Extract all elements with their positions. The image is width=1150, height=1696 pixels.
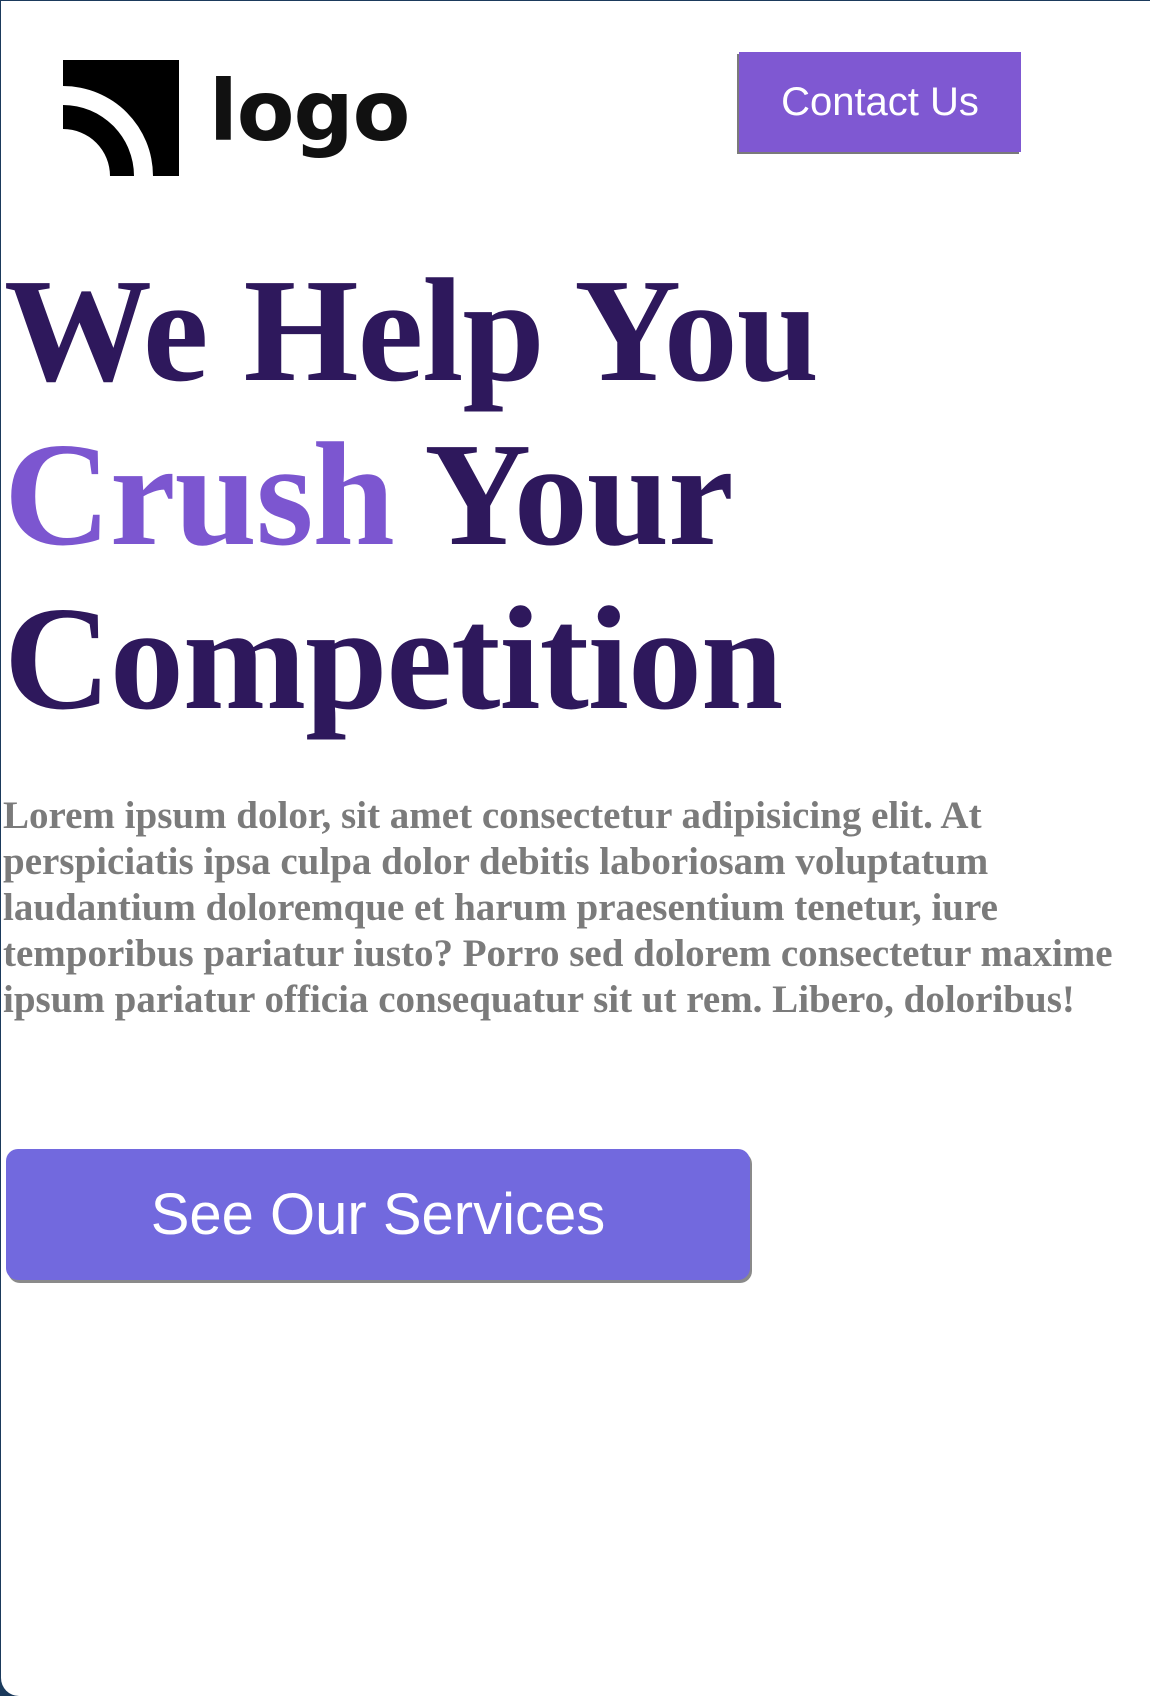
headline-line-2-rest: Your [393,413,733,577]
logo-arcs-icon [63,60,179,176]
headline-line-1: We Help You [4,249,819,413]
contact-us-button[interactable]: Contact Us [739,52,1021,152]
landing-page: logo Contact Us We Help You Crush Your C… [1,1,1150,1696]
site-logo[interactable]: logo [63,59,410,177]
hero-lead-paragraph: Lorem ipsum dolor, sit amet consectetur … [3,794,1113,1021]
logo-text: logo [209,62,410,160]
headline-accent-word: Crush [4,413,395,577]
headline-line-3: Competition [4,577,783,741]
hero-headline: We Help You Crush Your Competition [4,249,1144,741]
see-our-services-button[interactable]: See Our Services [6,1149,750,1280]
